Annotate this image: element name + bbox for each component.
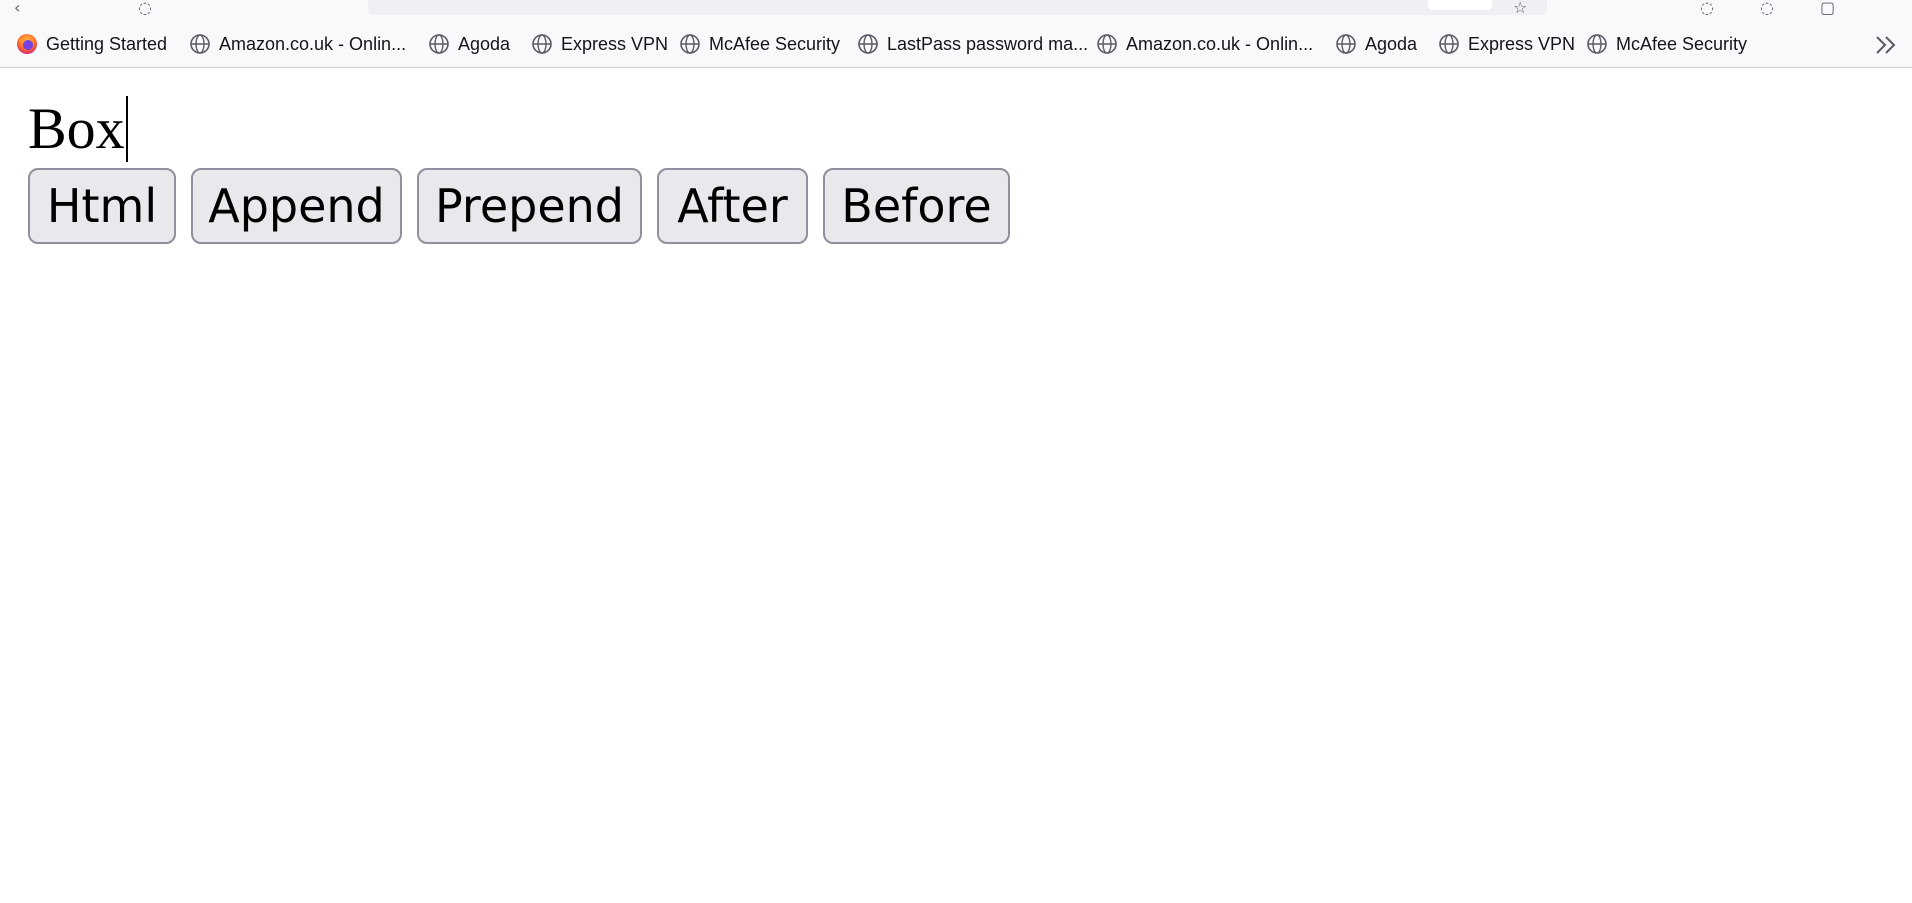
bookmark-lastpass[interactable]: LastPass password ma...	[857, 31, 1088, 57]
back-icon[interactable]: ‹	[14, 0, 20, 17]
after-button[interactable]: After	[657, 168, 808, 244]
globe-icon	[858, 34, 878, 54]
bookmark-label: Getting Started	[46, 33, 168, 54]
bookmark-getting-started[interactable]: Getting Started	[16, 31, 167, 57]
bookmark-agoda[interactable]: Agoda	[428, 31, 510, 57]
browser-toolbar-strip: ‹ ◌ ☆ ◌ ◌ ▢	[0, 0, 1912, 22]
text-caret	[125, 96, 128, 162]
address-bar[interactable]	[368, 0, 1547, 15]
bookmark-label: Agoda	[1365, 33, 1418, 54]
reload-icon[interactable]: ◌	[138, 0, 152, 17]
chevron-double-right-icon[interactable]	[1872, 33, 1900, 57]
globe-icon	[680, 34, 700, 54]
bookmark-express-vpn[interactable]: Express VPN	[531, 31, 668, 57]
bookmark-label: McAfee Security	[709, 33, 841, 54]
menu-icon[interactable]: ▢	[1820, 0, 1835, 17]
globe-icon	[429, 34, 449, 54]
globe-icon	[190, 34, 210, 54]
prepend-button[interactable]: Prepend	[417, 168, 642, 244]
bookmark-express-vpn-2[interactable]: Express VPN	[1438, 31, 1575, 57]
bookmark-label: Agoda	[458, 33, 511, 54]
bookmark-mcafee-security-2[interactable]: McAfee Security	[1586, 31, 1747, 57]
globe-icon	[1587, 34, 1607, 54]
bookmark-label: McAfee Security	[1616, 33, 1748, 54]
before-button[interactable]: Before	[823, 168, 1010, 244]
bookmark-agoda-2[interactable]: Agoda	[1335, 31, 1417, 57]
append-button[interactable]: Append	[191, 168, 402, 244]
bookmark-amazon[interactable]: Amazon.co.uk - Onlin...	[189, 31, 406, 57]
globe-icon	[532, 34, 552, 54]
bookmark-star-icon[interactable]: ☆	[1513, 0, 1527, 17]
bookmark-label: Amazon.co.uk - Onlin...	[1126, 33, 1314, 54]
box-text[interactable]: Box	[28, 96, 128, 162]
html-button[interactable]: Html	[28, 168, 176, 244]
page-content: Box Html Append Prepend After Before	[0, 68, 1912, 903]
bookmark-label: Express VPN	[561, 33, 669, 54]
bookmark-amazon-2[interactable]: Amazon.co.uk - Onlin...	[1096, 31, 1313, 57]
bookmark-mcafee-security[interactable]: McAfee Security	[679, 31, 840, 57]
box-text-value: Box	[28, 96, 125, 161]
bookmark-label: Amazon.co.uk - Onlin...	[219, 33, 407, 54]
bookmark-label: Express VPN	[1468, 33, 1576, 54]
bookmark-label: LastPass password ma...	[887, 33, 1089, 54]
account-icon[interactable]: ◌	[1700, 0, 1714, 17]
globe-icon	[1439, 34, 1459, 54]
bookmarks-toolbar: Getting Started Amazon.co.uk - Onlin... …	[0, 22, 1912, 68]
zoom-indicator[interactable]	[1428, 0, 1492, 10]
globe-icon	[1336, 34, 1356, 54]
extensions-icon[interactable]: ◌	[1760, 0, 1774, 17]
firefox-logo-icon	[17, 34, 37, 54]
globe-icon	[1097, 34, 1117, 54]
